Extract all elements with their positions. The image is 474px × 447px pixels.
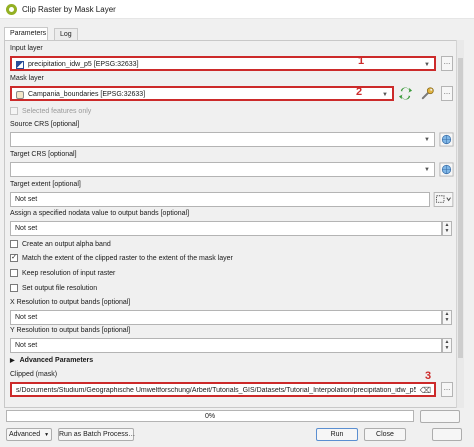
keep-resolution-checkbox[interactable] (10, 269, 18, 277)
y-resolution-spinbox[interactable]: Not set (10, 338, 442, 353)
crs-select-icon[interactable] (439, 162, 454, 177)
clipped-output-browse-button[interactable]: … (441, 382, 453, 397)
cancel-button[interactable] (420, 410, 460, 423)
scrollbar-thumb[interactable] (458, 58, 463, 358)
y-resolution-label: Y Resolution to output bands [optional] (10, 327, 131, 334)
set-resolution-label: Set output file resolution (22, 285, 98, 292)
match-extent-label: Match the extent of the clipped raster t… (22, 255, 233, 262)
input-layer-label: Input layer (10, 45, 43, 52)
input-layer-browse-button[interactable]: … (441, 56, 453, 71)
nodata-spinbox[interactable]: Not set (10, 221, 442, 236)
qgis-logo-icon (6, 4, 17, 15)
extent-select-icon[interactable] (433, 192, 454, 207)
run-button[interactable]: Run (316, 428, 358, 441)
advanced-button-label: Advanced (8, 431, 41, 438)
nodata-spin-buttons[interactable]: ▲ ▼ (442, 221, 452, 236)
y-resolution-value: Not set (15, 342, 38, 349)
selected-features-checkbox[interactable] (10, 107, 18, 115)
x-resolution-value: Not set (15, 314, 38, 321)
keep-resolution-label: Keep resolution of input raster (22, 270, 116, 277)
input-layer-value: precipitation_idw_p5 [EPSG:32633] (28, 61, 139, 68)
y-resolution-spin-buttons[interactable]: ▲ ▼ (442, 338, 452, 353)
polygon-layer-icon (16, 91, 24, 99)
selected-features-label: Selected features only (22, 108, 92, 115)
expand-arrow-icon: ▶ (10, 358, 15, 364)
target-extent-label: Target extent [optional] (10, 181, 81, 188)
chevron-down-icon: ▼ (424, 137, 430, 143)
target-extent-value: Not set (15, 196, 38, 203)
advanced-parameters-toggle[interactable]: ▶ Advanced Parameters (10, 357, 93, 364)
chevron-down-icon: ▼ (424, 62, 430, 68)
progress-bar: 0% (6, 410, 414, 422)
mask-layer-value: Campania_boundaries [EPSG:32633] (28, 91, 146, 98)
target-crs-combo[interactable]: ▼ (10, 162, 435, 177)
mask-layer-combo[interactable]: Campania_boundaries [EPSG:32633] ▼ (10, 86, 394, 101)
annotation-marker-2: 2 (356, 86, 363, 98)
annotation-marker-1: 1 (358, 55, 365, 67)
chevron-down-icon: ▼ (382, 92, 388, 98)
alpha-band-checkbox[interactable] (10, 240, 18, 248)
x-resolution-label: X Resolution to output bands [optional] (10, 299, 131, 306)
target-crs-label: Target CRS [optional] (10, 151, 77, 158)
alpha-band-label: Create an output alpha band (22, 241, 111, 248)
batch-process-button[interactable]: Run as Batch Process… (58, 428, 135, 441)
input-layer-combo[interactable]: precipitation_idw_p5 [EPSG:32633] ▼ (10, 56, 436, 71)
raster-layer-icon (16, 61, 24, 69)
annotation-marker-3: 3 (425, 370, 432, 382)
clear-field-icon[interactable]: ⌫ (420, 386, 431, 395)
source-crs-combo[interactable]: ▼ (10, 132, 435, 147)
progress-text: 0% (204, 413, 216, 420)
nodata-label: Assign a specified nodata value to outpu… (10, 210, 190, 217)
mask-layer-label: Mask layer (10, 75, 44, 82)
clipped-output-path: s/Documents/Studium/Geographische Umwelt… (16, 387, 416, 394)
tab-parameters[interactable]: Parameters (4, 27, 48, 40)
match-extent-checkbox[interactable]: ✓ (10, 254, 18, 262)
crs-select-icon[interactable] (439, 132, 454, 147)
source-crs-label: Source CRS [optional] (10, 121, 80, 128)
window-titlebar: Clip Raster by Mask Layer (0, 0, 474, 19)
panel-scrollbar[interactable] (456, 40, 464, 408)
chevron-down-icon: ▼ (44, 432, 50, 438)
tab-log[interactable]: Log (54, 28, 78, 40)
x-resolution-spin-buttons[interactable]: ▲ ▼ (442, 310, 452, 325)
wrench-icon[interactable] (420, 86, 435, 101)
mask-layer-browse-button[interactable]: … (441, 86, 453, 101)
chevron-down-icon: ▼ (424, 167, 430, 173)
advanced-parameters-label: Advanced Parameters (19, 357, 94, 364)
advanced-menu-button[interactable]: Advanced ▼ (6, 428, 52, 441)
target-extent-field[interactable]: Not set (10, 192, 430, 207)
x-resolution-spinbox[interactable]: Not set (10, 310, 442, 325)
clipped-output-field[interactable]: s/Documents/Studium/Geographische Umwelt… (10, 382, 436, 397)
help-button[interactable] (432, 428, 462, 441)
iterate-features-icon[interactable] (398, 86, 413, 101)
close-button[interactable]: Close (364, 428, 406, 441)
nodata-value: Not set (15, 225, 38, 232)
set-resolution-checkbox[interactable] (10, 284, 18, 292)
window-title: Clip Raster by Mask Layer (22, 5, 116, 14)
clipped-output-label: Clipped (mask) (10, 371, 58, 378)
